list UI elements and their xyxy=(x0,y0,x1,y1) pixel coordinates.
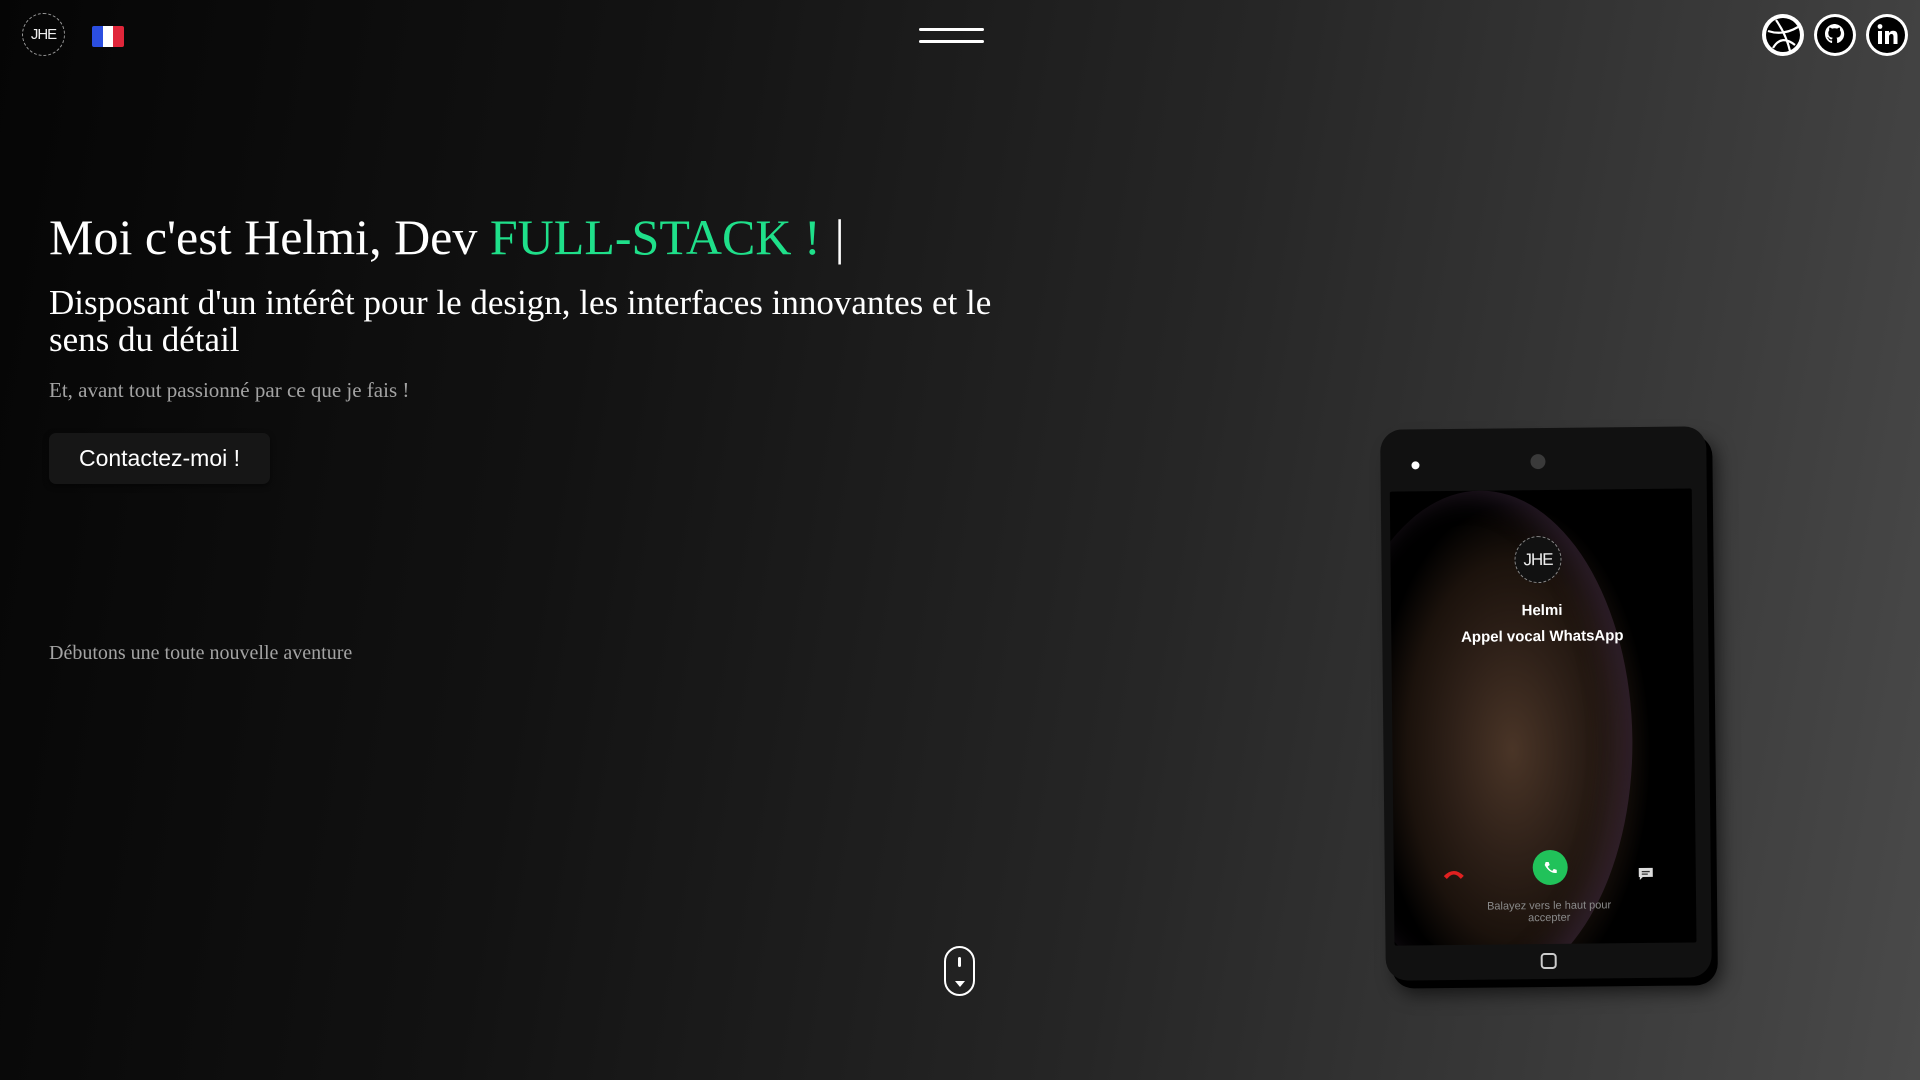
hero-tagline: Et, avant tout passionné par ce que je f… xyxy=(49,378,410,402)
message-icon[interactable] xyxy=(1638,867,1654,881)
accept-call-button[interactable] xyxy=(1532,849,1568,886)
hero-subtitle: Disposant d'un intérêt pour le design, l… xyxy=(49,283,992,359)
caller-name: Helmi xyxy=(1521,601,1563,620)
tablet-camera xyxy=(1530,453,1546,470)
hero-title-prefix: Moi c'est Helmi, Dev xyxy=(49,209,490,265)
typing-caret: | xyxy=(834,209,845,265)
site-logo[interactable]: JHE xyxy=(22,13,65,56)
github-icon[interactable] xyxy=(1814,14,1856,56)
hero-title-accent: FULL-STACK ! xyxy=(489,209,821,265)
tablet-home-button[interactable] xyxy=(1540,952,1557,970)
tablet-mockup: JHE Helmi Appel vocal WhatsApp Balayez v… xyxy=(1380,426,1712,981)
swipe-hint: Balayez vers le haut pour accepter xyxy=(1486,899,1612,925)
social-links xyxy=(1762,14,1908,56)
mouse-scroll-icon[interactable] xyxy=(944,946,975,996)
tablet-screen: JHE Helmi Appel vocal WhatsApp Balayez v… xyxy=(1389,488,1697,946)
dribbble-icon[interactable] xyxy=(1762,14,1804,56)
call-type-label: Appel vocal WhatsApp xyxy=(1460,627,1624,646)
hamburger-menu-button[interactable] xyxy=(919,26,984,48)
decline-call-icon[interactable] xyxy=(1442,866,1466,880)
adventure-text: Débutons une toute nouvelle aventure xyxy=(49,642,353,664)
phone-icon xyxy=(1544,861,1557,873)
linkedin-icon[interactable] xyxy=(1866,14,1908,56)
french-flag-icon[interactable] xyxy=(92,26,124,47)
hero-title: Moi c'est Helmi, Dev FULL-STACK ! | xyxy=(49,208,845,266)
tablet-sensor-dot xyxy=(1411,461,1420,470)
contact-button[interactable]: Contactez-moi ! xyxy=(49,433,270,484)
caller-avatar: JHE xyxy=(1514,535,1562,584)
